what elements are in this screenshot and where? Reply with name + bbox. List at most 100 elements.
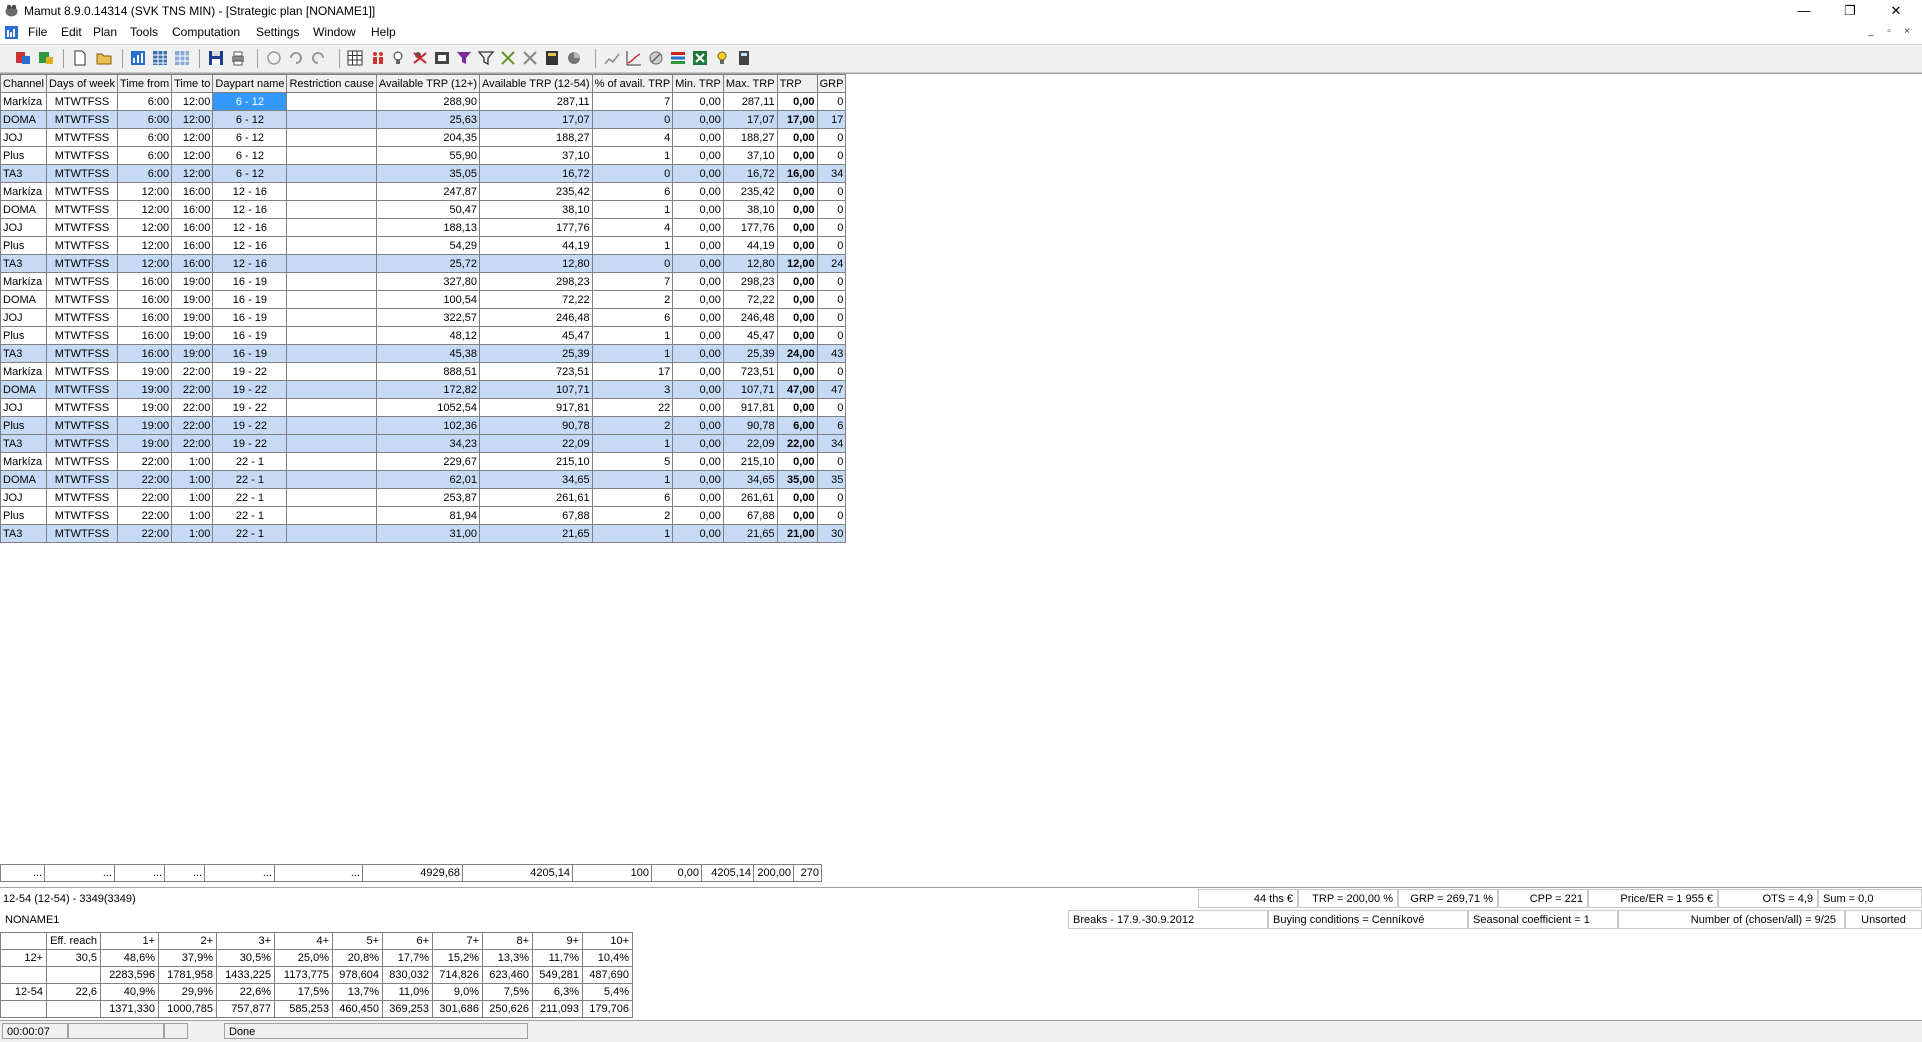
mdi-close-icon[interactable]: × xyxy=(1900,25,1914,39)
cell-a12[interactable]: 81,94 xyxy=(375,506,480,525)
cell-to[interactable]: 22:00 xyxy=(171,380,214,399)
cell-channel[interactable]: JOJ xyxy=(0,398,47,417)
cell-grp[interactable]: 0 xyxy=(816,308,847,327)
menu-edit[interactable]: Edit xyxy=(61,25,82,39)
cell-from[interactable]: 12:00 xyxy=(117,236,173,255)
cell-channel[interactable]: Plus xyxy=(0,236,47,255)
minimize-button[interactable]: — xyxy=(1781,0,1827,22)
col-header-min-trp[interactable]: Min. TRP xyxy=(672,74,724,93)
cell-a12[interactable]: 1052,54 xyxy=(375,398,480,417)
col-header-avail-12[interactable]: Available TRP (12+) xyxy=(375,74,480,93)
cell-grp[interactable]: 6 xyxy=(816,416,847,435)
cell-min[interactable]: 0,00 xyxy=(672,182,724,201)
cell-from[interactable]: 6:00 xyxy=(117,128,173,147)
cell-trp[interactable]: 0,00 xyxy=(776,326,818,345)
cell-channel[interactable]: TA3 xyxy=(0,434,47,453)
cell-min[interactable]: 0,00 xyxy=(672,110,724,129)
col-header-pct[interactable]: % of avail. TRP xyxy=(591,74,674,93)
cell-trp[interactable]: 0,00 xyxy=(776,200,818,219)
xaxis-icon[interactable] xyxy=(499,49,517,67)
menu-tools[interactable]: Tools xyxy=(130,25,158,39)
cell-a1254[interactable]: 21,65 xyxy=(478,524,593,543)
grid-icon[interactable] xyxy=(346,49,364,67)
cell-pct[interactable]: 2 xyxy=(591,290,674,309)
cell-pct[interactable]: 1 xyxy=(591,236,674,255)
cell-trp[interactable]: 6,00 xyxy=(776,416,818,435)
cell-a1254[interactable]: 287,11 xyxy=(478,92,593,111)
cell-daypart[interactable]: 6 - 12 xyxy=(212,146,288,165)
cell-cause[interactable] xyxy=(286,398,377,417)
col-header-time-from[interactable]: Time from xyxy=(117,74,173,93)
cell-channel[interactable]: Plus xyxy=(0,146,47,165)
col-header-avail-1254[interactable]: Available TRP (12-54) xyxy=(478,74,593,93)
cell-max[interactable]: 235,42 xyxy=(722,182,778,201)
cell-max[interactable]: 67,88 xyxy=(722,506,778,525)
cell-a1254[interactable]: 22,09 xyxy=(478,434,593,453)
cell-channel[interactable]: DOMA xyxy=(0,380,47,399)
cell-min[interactable]: 0,00 xyxy=(672,344,724,363)
export-icon[interactable] xyxy=(37,49,55,67)
cell-cause[interactable] xyxy=(286,92,377,111)
cell-a1254[interactable]: 723,51 xyxy=(478,362,593,381)
cell-days[interactable]: MTWTFSS xyxy=(45,488,119,507)
save-icon[interactable] xyxy=(207,49,225,67)
excel-icon[interactable] xyxy=(691,49,709,67)
cell-min[interactable]: 0,00 xyxy=(672,434,724,453)
cell-days[interactable]: MTWTFSS xyxy=(45,470,119,489)
new-document-icon[interactable] xyxy=(71,49,89,67)
cell-pct[interactable]: 22 xyxy=(591,398,674,417)
cell-grp[interactable]: 24 xyxy=(816,254,847,273)
print-icon[interactable] xyxy=(229,49,247,67)
cell-days[interactable]: MTWTFSS xyxy=(45,182,119,201)
cell-daypart[interactable]: 12 - 16 xyxy=(212,254,288,273)
cell-max[interactable]: 72,22 xyxy=(722,290,778,309)
cell-max[interactable]: 25,39 xyxy=(722,344,778,363)
cell-from[interactable]: 12:00 xyxy=(117,254,173,273)
cell-a12[interactable]: 55,90 xyxy=(375,146,480,165)
cell-grp[interactable]: 30 xyxy=(816,524,847,543)
cell-daypart[interactable]: 22 - 1 xyxy=(212,506,288,525)
cell-daypart[interactable]: 12 - 16 xyxy=(212,236,288,255)
cell-a1254[interactable]: 12,80 xyxy=(478,254,593,273)
cell-a1254[interactable]: 235,42 xyxy=(478,182,593,201)
cell-to[interactable]: 19:00 xyxy=(171,308,214,327)
cell-a1254[interactable]: 177,76 xyxy=(478,218,593,237)
cell-min[interactable]: 0,00 xyxy=(672,164,724,183)
lightbulb-icon[interactable] xyxy=(389,49,407,67)
cell-trp[interactable]: 0,00 xyxy=(776,452,818,471)
cell-a1254[interactable]: 34,65 xyxy=(478,470,593,489)
cell-daypart[interactable]: 16 - 19 xyxy=(212,308,288,327)
cell-to[interactable]: 1:00 xyxy=(171,470,214,489)
cell-channel[interactable]: TA3 xyxy=(0,344,47,363)
sort-mode[interactable]: Unsorted xyxy=(1845,910,1922,929)
cell-max[interactable]: 287,11 xyxy=(722,92,778,111)
cell-daypart[interactable]: 12 - 16 xyxy=(212,182,288,201)
cell-channel[interactable]: JOJ xyxy=(0,218,47,237)
table-row[interactable]: DOMA MTWTFSS 19:00 22:00 19 - 22 172,82 107,71… xyxy=(0,380,847,399)
curve-chart-icon[interactable] xyxy=(625,49,643,67)
cell-channel[interactable]: Markíza xyxy=(0,362,47,381)
cell-grp[interactable]: 0 xyxy=(816,398,847,417)
table-row[interactable]: Plus MTWTFSS 12:00 16:00 12 - 16 54,29 44,19 1 0… xyxy=(0,236,847,255)
pie-icon[interactable] xyxy=(565,49,583,67)
cell-max[interactable]: 298,23 xyxy=(722,272,778,291)
cell-a12[interactable]: 327,80 xyxy=(375,272,480,291)
cell-daypart[interactable]: 22 - 1 xyxy=(212,452,288,471)
cell-days[interactable]: MTWTFSS xyxy=(45,416,119,435)
cell-trp[interactable]: 0,00 xyxy=(776,182,818,201)
cell-to[interactable]: 12:00 xyxy=(171,92,214,111)
cell-channel[interactable]: TA3 xyxy=(0,524,47,543)
optimize-icon[interactable] xyxy=(647,49,665,67)
cell-to[interactable]: 22:00 xyxy=(171,434,214,453)
cell-grp[interactable]: 0 xyxy=(816,92,847,111)
circle-icon[interactable] xyxy=(265,49,283,67)
cell-grp[interactable]: 0 xyxy=(816,146,847,165)
cell-pct[interactable]: 1 xyxy=(591,200,674,219)
table-row[interactable]: JOJ MTWTFSS 16:00 19:00 16 - 19 322,57 246,48 6… xyxy=(0,308,847,327)
cell-trp[interactable]: 0,00 xyxy=(776,146,818,165)
cell-to[interactable]: 12:00 xyxy=(171,110,214,129)
cell-a12[interactable]: 35,05 xyxy=(375,164,480,183)
cell-from[interactable]: 22:00 xyxy=(117,506,173,525)
cell-pct[interactable]: 1 xyxy=(591,146,674,165)
cell-cause[interactable] xyxy=(286,470,377,489)
